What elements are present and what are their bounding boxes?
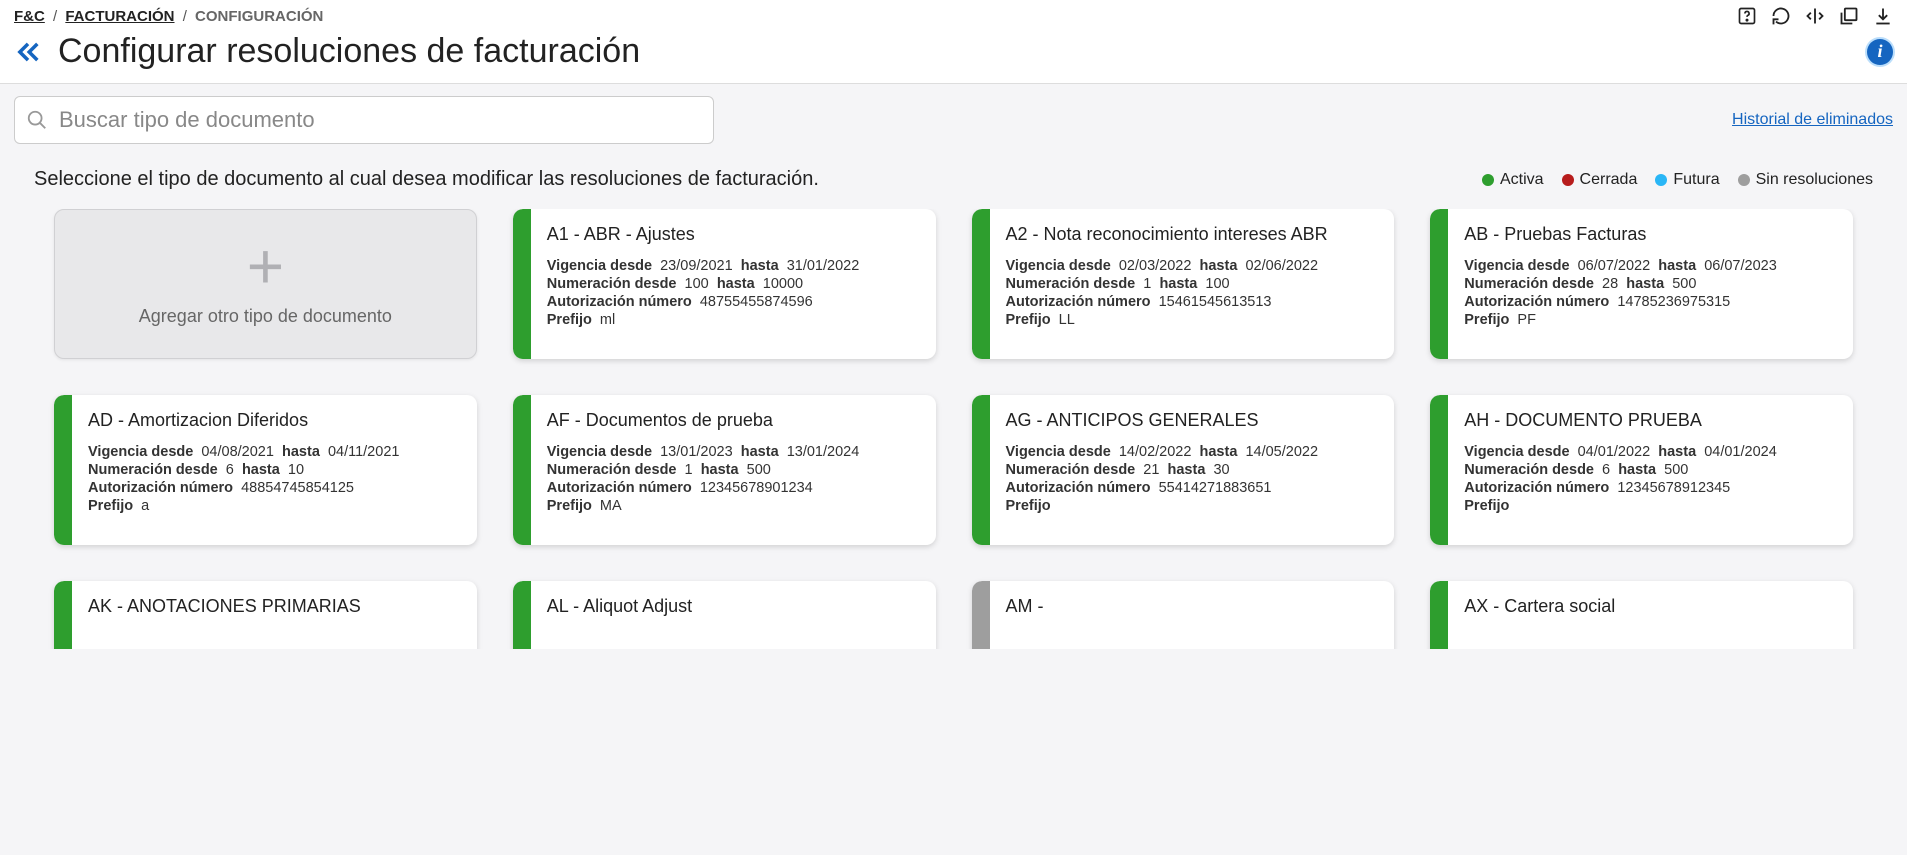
refresh-icon[interactable] <box>1771 6 1791 26</box>
status-stripe <box>972 395 990 545</box>
card-title: AM - <box>1006 595 1377 618</box>
plus-icon: + <box>247 241 284 292</box>
status-stripe <box>1430 581 1448 649</box>
instructions-text: Seleccione el tipo de documento al cual … <box>34 168 819 191</box>
card-title: AH - DOCUMENTO PRUEBA <box>1464 409 1835 432</box>
card-prefijo: Prefijo LL <box>1006 312 1377 328</box>
add-document-type-card[interactable]: + Agregar otro tipo de documento <box>54 209 477 359</box>
card-numeracion: Numeración desde 21 hasta 30 <box>1006 462 1377 478</box>
card-auth: Autorización número 15461545613513 <box>1006 294 1377 310</box>
add-card-label: Agregar otro tipo de documento <box>139 306 392 327</box>
document-type-card[interactable]: AK - ANOTACIONES PRIMARIAS <box>54 581 477 649</box>
card-vigencia: Vigencia desde 14/02/2022 hasta 14/05/20… <box>1006 444 1377 460</box>
search-input[interactable] <box>14 96 714 144</box>
card-auth: Autorización número 48854745854125 <box>88 480 459 496</box>
status-stripe <box>513 209 531 359</box>
status-legend: Activa Cerrada Futura Sin resoluciones <box>1482 171 1873 189</box>
document-type-card[interactable]: AX - Cartera social <box>1430 581 1853 649</box>
document-type-card[interactable]: AF - Documentos de prueba Vigencia desde… <box>513 395 936 545</box>
status-stripe <box>1430 209 1448 359</box>
info-icon[interactable]: i <box>1867 39 1893 65</box>
card-auth: Autorización número 12345678912345 <box>1464 480 1835 496</box>
card-prefijo: Prefijo <box>1464 498 1835 514</box>
card-title: AD - Amortizacion Diferidos <box>88 409 459 432</box>
card-vigencia: Vigencia desde 04/01/2022 hasta 04/01/20… <box>1464 444 1835 460</box>
card-vigencia: Vigencia desde 13/01/2023 hasta 13/01/20… <box>547 444 918 460</box>
legend-activa: Activa <box>1482 171 1544 189</box>
document-type-card[interactable]: AL - Aliquot Adjust <box>513 581 936 649</box>
card-title: A2 - Nota reconocimiento intereses ABR <box>1006 223 1377 246</box>
card-prefijo: Prefijo a <box>88 498 459 514</box>
document-type-card[interactable]: AM - <box>972 581 1395 649</box>
download-icon[interactable] <box>1873 6 1893 26</box>
card-vigencia: Vigencia desde 04/08/2021 hasta 04/11/20… <box>88 444 459 460</box>
card-prefijo: Prefijo PF <box>1464 312 1835 328</box>
card-title: A1 - ABR - Ajustes <box>547 223 918 246</box>
status-stripe <box>54 581 72 649</box>
cards-scroll-area[interactable]: + Agregar otro tipo de documento A1 - AB… <box>14 209 1893 649</box>
status-stripe <box>513 395 531 545</box>
status-stripe <box>54 395 72 545</box>
breadcrumb-mid[interactable]: FACTURACIÓN <box>65 8 174 25</box>
card-numeracion: Numeración desde 1 hasta 100 <box>1006 276 1377 292</box>
card-title: AF - Documentos de prueba <box>547 409 918 432</box>
help-icon[interactable] <box>1737 6 1757 26</box>
toolbar-icons <box>1737 6 1893 26</box>
card-numeracion: Numeración desde 100 hasta 10000 <box>547 276 918 292</box>
history-link[interactable]: Historial de eliminados <box>1732 111 1893 129</box>
card-auth: Autorización número 55414271883651 <box>1006 480 1377 496</box>
header-row: Configurar resoluciones de facturación i <box>0 28 1907 84</box>
status-stripe <box>1430 395 1448 545</box>
status-stripe <box>972 209 990 359</box>
card-numeracion: Numeración desde 1 hasta 500 <box>547 462 918 478</box>
card-prefijo: Prefijo <box>1006 498 1377 514</box>
card-auth: Autorización número 48755455874596 <box>547 294 918 310</box>
search-box <box>14 96 714 144</box>
card-prefijo: Prefijo MA <box>547 498 918 514</box>
search-icon <box>26 109 48 131</box>
card-vigencia: Vigencia desde 23/09/2021 hasta 31/01/20… <box>547 258 918 274</box>
card-title: AX - Cartera social <box>1464 595 1835 618</box>
card-title: AK - ANOTACIONES PRIMARIAS <box>88 595 459 618</box>
back-button[interactable] <box>14 38 42 66</box>
split-icon[interactable] <box>1805 6 1825 26</box>
legend-sin: Sin resoluciones <box>1738 171 1873 189</box>
breadcrumb-root[interactable]: F&C <box>14 8 45 25</box>
document-type-card[interactable]: A2 - Nota reconocimiento intereses ABR V… <box>972 209 1395 359</box>
card-vigencia: Vigencia desde 06/07/2022 hasta 06/07/20… <box>1464 258 1835 274</box>
card-numeracion: Numeración desde 6 hasta 500 <box>1464 462 1835 478</box>
card-prefijo: Prefijo ml <box>547 312 918 328</box>
card-auth: Autorización número 14785236975315 <box>1464 294 1835 310</box>
legend-cerrada: Cerrada <box>1562 171 1638 189</box>
document-type-card[interactable]: AB - Pruebas Facturas Vigencia desde 06/… <box>1430 209 1853 359</box>
card-numeracion: Numeración desde 28 hasta 500 <box>1464 276 1835 292</box>
status-stripe <box>513 581 531 649</box>
card-auth: Autorización número 12345678901234 <box>547 480 918 496</box>
card-vigencia: Vigencia desde 02/03/2022 hasta 02/06/20… <box>1006 258 1377 274</box>
card-title: AL - Aliquot Adjust <box>547 595 918 618</box>
breadcrumb: F&C / FACTURACIÓN / CONFIGURACIÓN <box>14 8 323 25</box>
top-bar: F&C / FACTURACIÓN / CONFIGURACIÓN <box>0 0 1907 28</box>
legend-futura: Futura <box>1655 171 1719 189</box>
document-type-card[interactable]: A1 - ABR - Ajustes Vigencia desde 23/09/… <box>513 209 936 359</box>
page-title: Configurar resoluciones de facturación <box>58 32 1867 71</box>
popout-icon[interactable] <box>1839 6 1859 26</box>
document-type-card[interactable]: AH - DOCUMENTO PRUEBA Vigencia desde 04/… <box>1430 395 1853 545</box>
card-numeracion: Numeración desde 6 hasta 10 <box>88 462 459 478</box>
document-type-card[interactable]: AG - ANTICIPOS GENERALES Vigencia desde … <box>972 395 1395 545</box>
card-title: AB - Pruebas Facturas <box>1464 223 1835 246</box>
card-title: AG - ANTICIPOS GENERALES <box>1006 409 1377 432</box>
status-stripe <box>972 581 990 649</box>
document-type-card[interactable]: AD - Amortizacion Diferidos Vigencia des… <box>54 395 477 545</box>
breadcrumb-current: CONFIGURACIÓN <box>195 8 323 25</box>
